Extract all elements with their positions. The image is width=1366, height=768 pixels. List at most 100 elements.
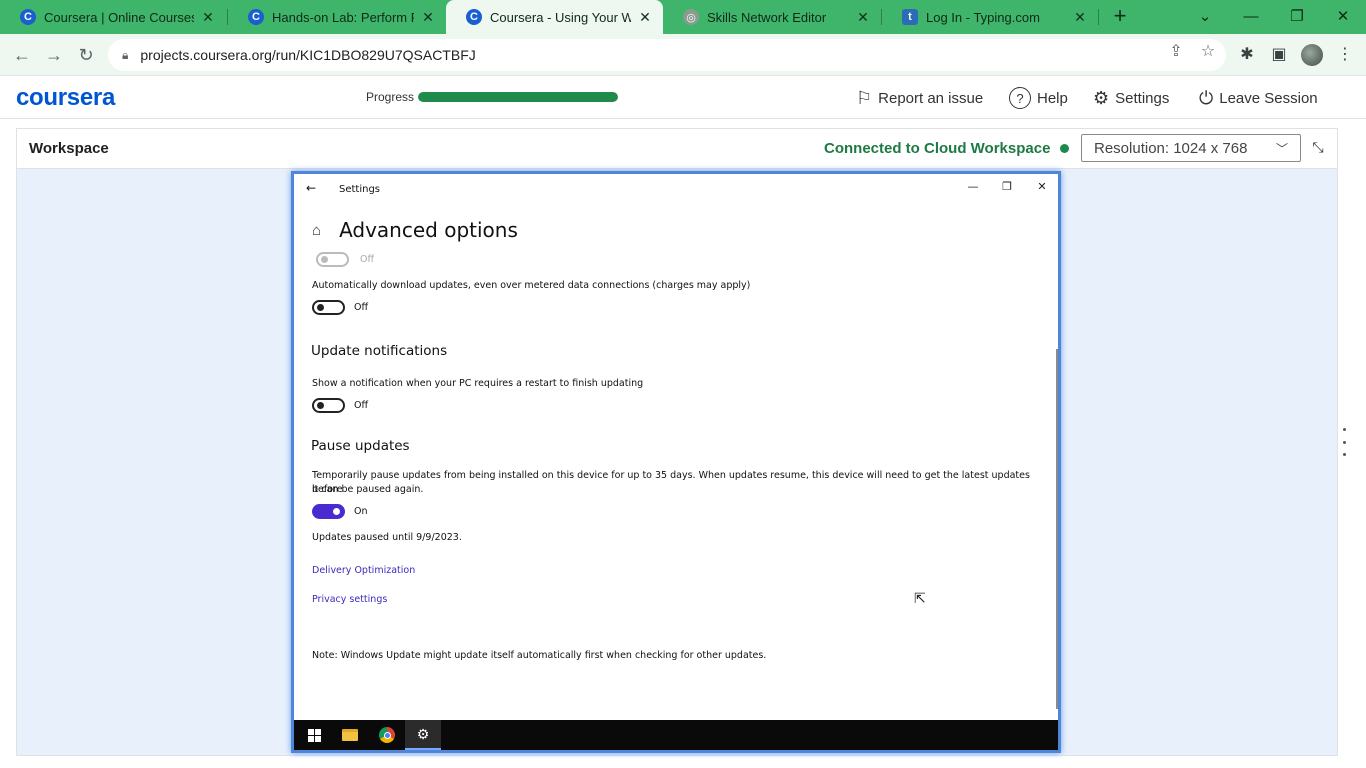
- tab-hands-on-lab[interactable]: C Hands-on Lab: Perform Final ✕: [228, 0, 446, 34]
- metered-download-toggle[interactable]: [312, 300, 345, 315]
- extensions-puzzle-icon[interactable]: ✱: [1237, 45, 1257, 65]
- restore-icon[interactable]: ❐: [1275, 0, 1319, 32]
- leave-session-button[interactable]: ⏻ Leave Session: [1199, 85, 1318, 111]
- coursera-icon: C: [20, 9, 36, 25]
- tab-title: Hands-on Lab: Perform Final: [272, 9, 414, 25]
- tab-title: Coursera | Online Courses &: [44, 9, 194, 25]
- globe-icon: ◎: [683, 9, 699, 25]
- window-title-bar: ← Settings — ❐ ✕: [294, 174, 1058, 204]
- tab-title: Skills Network Editor: [707, 9, 827, 25]
- home-icon[interactable]: ⌂: [312, 222, 321, 239]
- minimize-icon[interactable]: —: [963, 180, 983, 196]
- browser-tab-strip: C Coursera | Online Courses & ✕ C Hands-…: [0, 0, 1366, 34]
- tab-separator: [1098, 9, 1099, 25]
- progress-bar-fill: [418, 92, 618, 102]
- toggle-state-label: On: [354, 506, 368, 517]
- help-question-icon: ?: [1009, 87, 1031, 109]
- settings-button[interactable]: ⚙ Settings: [1093, 85, 1169, 111]
- coursera-icon: C: [466, 9, 482, 25]
- progress-bar: [418, 92, 618, 102]
- settings-gear-icon[interactable]: ⚙: [405, 720, 441, 750]
- forward-arrow-icon[interactable]: →: [42, 43, 66, 67]
- coursera-header: coursera Progress ⚐ Report an issue ? He…: [0, 77, 1366, 119]
- tab-typing-login[interactable]: t Log In - Typing.com ✕: [882, 0, 1098, 34]
- url-text: projects.coursera.org/run/KIC1DBO829U7QS…: [140, 47, 476, 63]
- toggle-state-label: Off: [354, 400, 369, 411]
- restore-icon[interactable]: ❐: [997, 180, 1017, 196]
- page-title: Advanced options: [339, 218, 518, 242]
- pause-updates-heading: Pause updates: [311, 438, 410, 454]
- report-issue-button[interactable]: ⚐ Report an issue: [856, 85, 983, 111]
- workspace-title: Workspace: [29, 140, 109, 157]
- resolution-value: Resolution: 1024 x 768: [1094, 139, 1248, 157]
- tab-title: Log In - Typing.com: [926, 9, 1040, 25]
- resolution-dropdown[interactable]: Resolution: 1024 x 768 ﹀: [1081, 134, 1301, 162]
- coursera-logo[interactable]: coursera: [16, 84, 115, 112]
- close-icon[interactable]: ✕: [200, 9, 216, 26]
- minimize-icon[interactable]: —: [1229, 0, 1273, 32]
- new-tab-plus-icon[interactable]: +: [1108, 4, 1132, 28]
- more-vertical-icon[interactable]: ⋮: [1335, 45, 1355, 65]
- page-header: ⌂ Advanced options: [312, 218, 518, 242]
- tab-coursera-using-windows[interactable]: C Coursera - Using Your Windo ✕: [446, 0, 663, 34]
- back-arrow-icon[interactable]: ←: [10, 43, 34, 67]
- scrollbar[interactable]: [1056, 349, 1058, 709]
- side-menu-dots-icon[interactable]: [1341, 428, 1347, 456]
- delivery-optimization-link[interactable]: Delivery Optimization: [312, 565, 415, 576]
- progress-label: Progress: [366, 90, 415, 104]
- notification-description: Show a notification when your PC require…: [312, 378, 644, 389]
- address-bar[interactable]: 🔒︎ projects.coursera.org/run/KIC1DBO829U…: [108, 39, 1226, 71]
- windows-start-icon[interactable]: [296, 720, 332, 750]
- privacy-settings-link[interactable]: Privacy settings: [312, 594, 387, 605]
- pause-description-line1: Temporarily pause updates from being ins…: [312, 470, 1030, 495]
- report-issue-label: Report an issue: [878, 89, 984, 107]
- windows-taskbar: ⚙: [294, 720, 1058, 750]
- toggle-state-label: Off: [360, 254, 375, 265]
- toggle-state-label: Off: [354, 302, 369, 313]
- help-button[interactable]: ? Help: [1009, 85, 1068, 111]
- coursera-icon: C: [248, 9, 264, 25]
- tab-coursera-online-courses[interactable]: C Coursera | Online Courses & ✕: [0, 0, 226, 34]
- metered-description: Automatically download updates, even ove…: [312, 280, 751, 291]
- profile-avatar[interactable]: [1301, 44, 1323, 66]
- collapse-arrows-icon[interactable]: ⤡: [1309, 139, 1327, 157]
- chevron-down-icon: ﹀: [1275, 141, 1288, 156]
- back-arrow-icon[interactable]: ←: [306, 181, 316, 195]
- connection-status: Connected to Cloud Workspace: [824, 140, 1070, 157]
- help-label: Help: [1037, 89, 1068, 107]
- connection-status-text: Connected to Cloud Workspace: [824, 140, 1051, 157]
- close-icon[interactable]: ✕: [637, 9, 653, 26]
- paused-until-text: Updates paused until 9/9/2023.: [312, 532, 462, 543]
- file-explorer-icon[interactable]: [332, 720, 368, 750]
- pause-updates-toggle[interactable]: [312, 504, 345, 519]
- workspace-bar: Workspace Connected to Cloud Workspace R…: [17, 129, 1337, 169]
- update-other-products-toggle[interactable]: [316, 252, 349, 267]
- lock-icon: 🔒︎: [122, 47, 129, 62]
- restart-notification-toggle[interactable]: [312, 398, 345, 413]
- settings-window: ← Settings — ❐ ✕ ⌂ Advanced options Off …: [294, 174, 1058, 720]
- remote-desktop-view[interactable]: ← Settings — ❐ ✕ ⌂ Advanced options Off …: [291, 171, 1061, 753]
- bookmark-star-icon[interactable]: ☆: [1198, 42, 1218, 62]
- tab-skills-network-editor[interactable]: ◎ Skills Network Editor ✕: [663, 0, 881, 34]
- close-icon[interactable]: ✕: [420, 9, 436, 26]
- chrome-icon[interactable]: [369, 720, 405, 750]
- tab-title: Coursera - Using Your Windo: [490, 9, 631, 25]
- power-icon: ⏻: [1199, 87, 1214, 108]
- close-icon[interactable]: ✕: [1072, 9, 1088, 26]
- tab-search-chevron-icon[interactable]: ⌄: [1183, 0, 1227, 32]
- mouse-cursor-icon: ⇱: [914, 590, 926, 606]
- status-dot-icon: [1060, 144, 1070, 153]
- close-icon[interactable]: ✕: [855, 9, 871, 26]
- close-window-icon[interactable]: ✕: [1321, 0, 1365, 32]
- pause-description-line2: it can be paused again.: [312, 484, 424, 495]
- leave-session-label: Leave Session: [1219, 89, 1318, 107]
- share-icon[interactable]: ⇪: [1166, 42, 1186, 62]
- settings-label: Settings: [1115, 89, 1170, 107]
- typing-icon: t: [902, 9, 918, 25]
- side-panel-icon[interactable]: ▣: [1269, 45, 1289, 65]
- window-title: Settings: [339, 184, 381, 195]
- close-icon[interactable]: ✕: [1032, 180, 1052, 196]
- windows-update-note: Note: Windows Update might update itself…: [312, 650, 767, 661]
- update-notifications-heading: Update notifications: [311, 343, 448, 359]
- reload-icon[interactable]: ↻: [74, 43, 98, 67]
